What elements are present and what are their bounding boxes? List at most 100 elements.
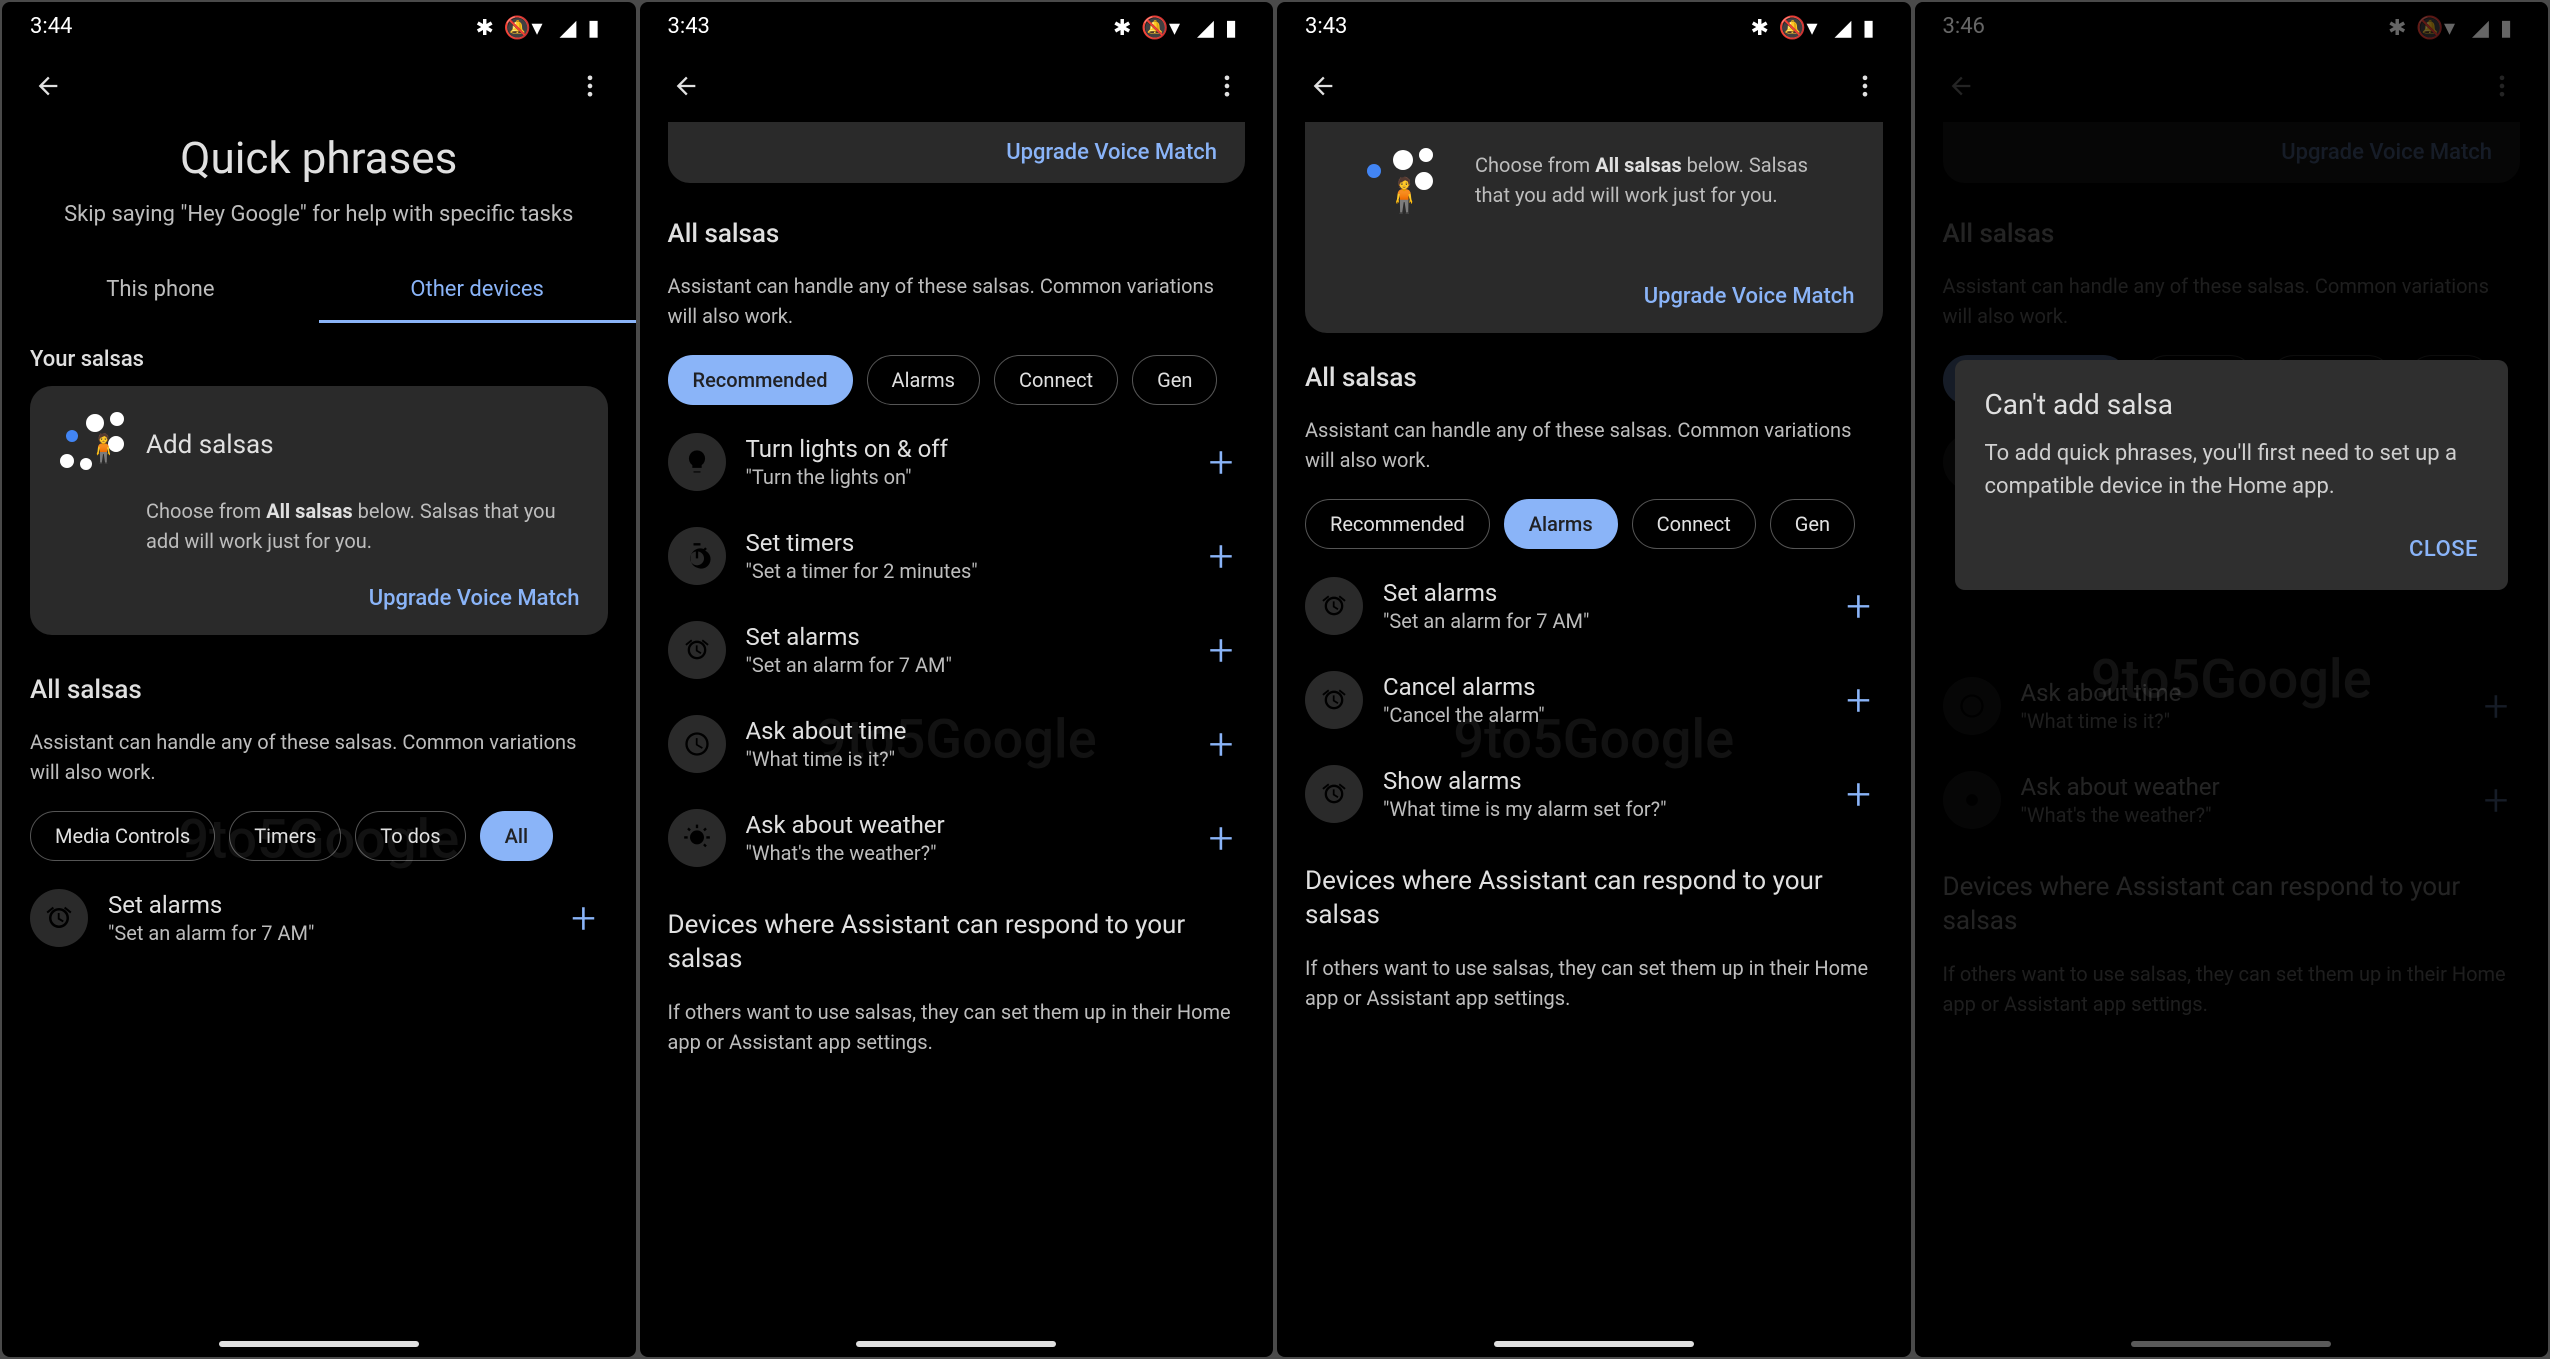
wifi-icon: ▾: [532, 16, 552, 36]
chips-row: Recommended Alarms Connect Gen: [668, 351, 1246, 415]
card-body-pre: Choose from: [1475, 153, 1595, 177]
tab-this-phone[interactable]: This phone: [2, 261, 319, 323]
dialog-overlay[interactable]: [1915, 2, 2549, 1357]
dialog-body: To add quick phrases, you'll first need …: [1985, 437, 2479, 503]
alarm-icon: [1305, 765, 1363, 823]
nav-pill[interactable]: [1494, 1341, 1694, 1347]
weather-icon: [668, 809, 726, 867]
add-salsas-title: Add salsas: [146, 430, 274, 460]
devices-footer: Devices where Assistant can respond to y…: [668, 885, 1246, 1101]
list-item: Show alarms"What time is my alarm set fo…: [1305, 747, 1883, 841]
content: Your salsas 🧍 Add salsas Ch: [2, 323, 636, 1357]
list-title: Set alarms: [108, 891, 540, 919]
content: Upgrade Voice Match All salsas Assistant…: [640, 122, 1274, 1357]
upgrade-voice-match-button[interactable]: Upgrade Voice Match: [1644, 284, 1855, 309]
list-item: Cancel alarms"Cancel the alarm" +: [1305, 653, 1883, 747]
list-title: Set alarms: [1383, 579, 1815, 607]
salsas-illustration: 🧍: [58, 410, 128, 480]
list-item: Set alarms "Set an alarm for 7 AM" +: [30, 871, 608, 965]
chip-recommended[interactable]: Recommended: [668, 355, 853, 405]
bluetooth-icon: ✱: [476, 16, 496, 36]
card-body-bold: All salsas: [266, 499, 353, 523]
chip-timers[interactable]: Timers: [229, 811, 341, 861]
list-item: Set alarms"Set an alarm for 7 AM" +: [1305, 559, 1883, 653]
battery-icon: ▮: [1863, 16, 1883, 36]
list-title: Ask about time: [746, 717, 1178, 745]
list-title: Cancel alarms: [1383, 673, 1815, 701]
page-title: Quick phrases: [42, 132, 596, 184]
timer-icon: [668, 527, 726, 585]
clock: 3:43: [1305, 14, 1347, 39]
app-bar: [2, 50, 636, 122]
nav-pill[interactable]: [219, 1341, 419, 1347]
chip-alarms[interactable]: Alarms: [1504, 499, 1618, 549]
card-body-pre: Choose from: [146, 499, 266, 523]
add-button[interactable]: +: [1197, 812, 1245, 864]
list-sub: "What's the weather?": [746, 841, 1178, 865]
chip-alarms[interactable]: Alarms: [867, 355, 980, 405]
all-salsas-title: All salsas: [30, 635, 608, 719]
list-sub: "What time is it?": [746, 747, 1178, 771]
add-button[interactable]: +: [1835, 580, 1883, 632]
chip-to-dos[interactable]: To dos: [355, 811, 465, 861]
signal-icon: ◢: [1835, 16, 1855, 36]
back-button[interactable]: [668, 68, 704, 104]
list-item: Set timers"Set a timer for 2 minutes" +: [668, 509, 1246, 603]
dialog-close-button[interactable]: CLOSE: [2409, 537, 2478, 562]
list-sub: "Cancel the alarm": [1383, 703, 1815, 727]
choose-card: 🧍 Choose from All salsas below. Salsas t…: [1305, 122, 1883, 333]
overflow-button[interactable]: [1209, 68, 1245, 104]
overflow-button[interactable]: [1847, 68, 1883, 104]
all-salsas-title: All salsas: [668, 189, 1246, 263]
footer-desc: If others want to use salsas, they can s…: [1305, 945, 1883, 1033]
upgrade-voice-match-button[interactable]: Upgrade Voice Match: [369, 586, 580, 611]
upgrade-voice-match-button[interactable]: Upgrade Voice Match: [1006, 140, 1217, 165]
back-button[interactable]: [30, 68, 66, 104]
dnd-icon: 🔕: [504, 16, 524, 36]
list-item: Ask about weather"What's the weather?" +: [668, 791, 1246, 885]
add-button[interactable]: +: [1197, 530, 1245, 582]
tab-other-devices[interactable]: Other devices: [319, 261, 636, 323]
clock: 3:44: [30, 14, 72, 39]
alarm-icon: [1305, 671, 1363, 729]
add-button[interactable]: +: [1835, 768, 1883, 820]
app-bar: [640, 50, 1274, 122]
chips-row: Media Controls Timers To dos All: [30, 807, 608, 871]
upgrade-bar: Upgrade Voice Match: [668, 122, 1246, 183]
chip-all[interactable]: All: [480, 811, 553, 861]
overflow-button[interactable]: [572, 68, 608, 104]
list-sub: "Set a timer for 2 minutes": [746, 559, 1178, 583]
chip-connect[interactable]: Connect: [1632, 499, 1756, 549]
list-sub: "Turn the lights on": [746, 465, 1178, 489]
add-button[interactable]: +: [1197, 718, 1245, 770]
battery-icon: ▮: [1225, 16, 1245, 36]
chip-recommended[interactable]: Recommended: [1305, 499, 1490, 549]
clock-icon: [668, 715, 726, 773]
add-button[interactable]: +: [1197, 624, 1245, 676]
chip-connect[interactable]: Connect: [994, 355, 1118, 405]
chip-gen[interactable]: Gen: [1770, 499, 1855, 549]
dialog-title: Can't add salsa: [1985, 388, 2479, 421]
alarm-icon: [30, 889, 88, 947]
salsas-illustration: 🧍: [1357, 150, 1457, 230]
add-button[interactable]: +: [1835, 674, 1883, 726]
back-button[interactable]: [1305, 68, 1341, 104]
content: 🧍 Choose from All salsas below. Salsas t…: [1277, 122, 1911, 1357]
chips-row: Recommended Alarms Connect Gen: [1305, 495, 1883, 559]
add-button[interactable]: +: [1197, 436, 1245, 488]
list-sub: "Set an alarm for 7 AM": [1383, 609, 1815, 633]
nav-pill[interactable]: [856, 1341, 1056, 1347]
signal-icon: ◢: [560, 16, 580, 36]
list-item: Turn lights on & off"Turn the lights on"…: [668, 415, 1246, 509]
list-item: Set alarms"Set an alarm for 7 AM" +: [668, 603, 1246, 697]
list-title: Turn lights on & off: [746, 435, 1178, 463]
chip-gen[interactable]: Gen: [1132, 355, 1217, 405]
cant-add-dialog: Can't add salsa To add quick phrases, yo…: [1955, 360, 2509, 590]
status-bar: 3:43 ✱🔕▾◢▮: [640, 2, 1274, 50]
clock: 3:43: [668, 14, 710, 39]
footer-title: Devices where Assistant can respond to y…: [1305, 865, 1883, 933]
chip-media-controls[interactable]: Media Controls: [30, 811, 215, 861]
list-title: Set alarms: [746, 623, 1178, 651]
footer-desc: If others want to use salsas, they can s…: [668, 989, 1246, 1077]
add-button[interactable]: +: [560, 892, 608, 944]
